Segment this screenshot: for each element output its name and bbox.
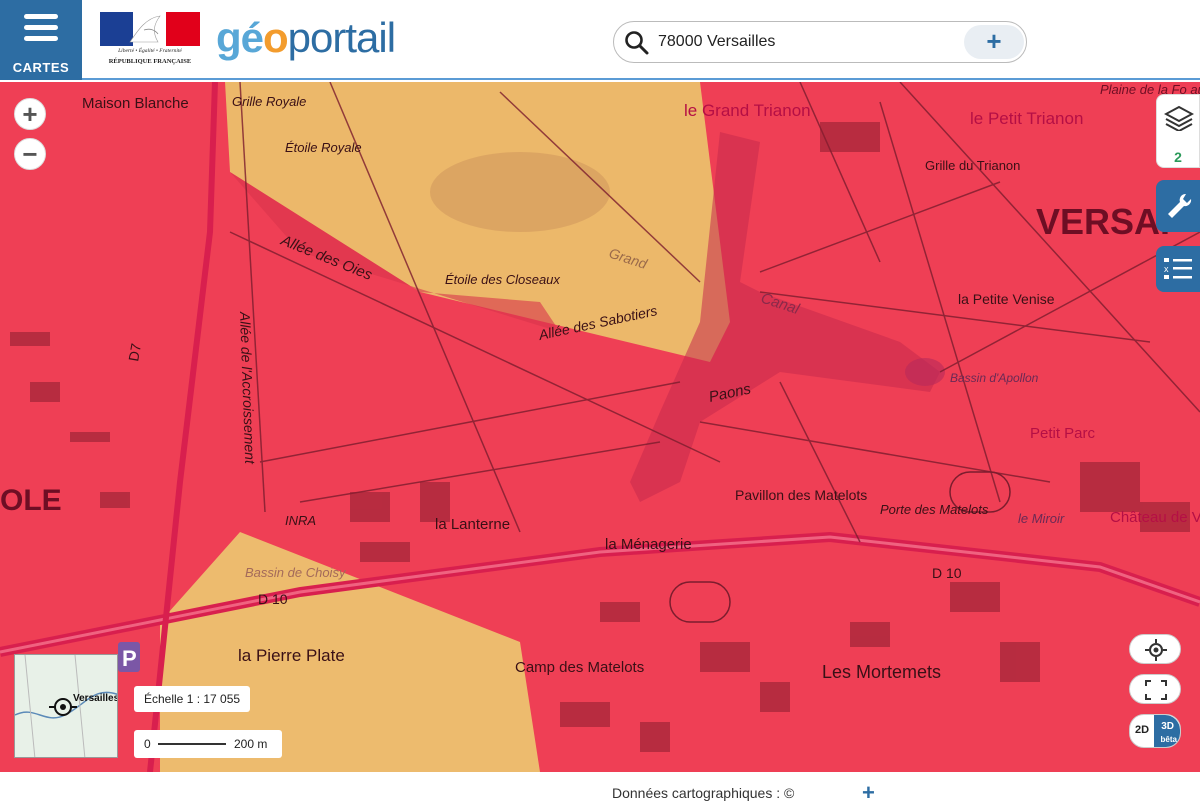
map-label-porte-matelots: Porte des Matelots <box>880 502 989 517</box>
locate-icon <box>1145 639 1167 661</box>
overview-minimap[interactable]: Versailles <box>14 654 118 758</box>
geoportail-logo[interactable]: géoportail <box>216 14 396 62</box>
map-label-chateau: Château de Versailles <box>1110 509 1200 526</box>
map-label-etoile-closeaux: Étoile des Closeaux <box>445 272 560 287</box>
map-label-bassin-apollon: Bassin d'Apollon <box>950 371 1039 385</box>
overview-label: Versailles <box>73 693 118 704</box>
map-label-maison-blanche: Maison Blanche <box>82 95 189 112</box>
republic-name: RÉPUBLIQUE FRANÇAISE <box>108 58 192 65</box>
header-bar: CARTES Liberté • Égalité • Fraternité RÉ… <box>0 0 1200 80</box>
map-label-d10-east: D 10 <box>932 565 962 581</box>
svg-text:P: P <box>122 646 137 671</box>
wrench-icon <box>1168 193 1192 218</box>
map-label-grand-trianon: le Grand Trianon <box>684 101 811 120</box>
map-label-miroir: le Miroir <box>1018 511 1065 526</box>
fullscreen-button[interactable] <box>1129 674 1181 704</box>
map-label-ole: OLE <box>0 484 62 517</box>
map-label-petite-venise: la Petite Venise <box>958 291 1055 307</box>
map-data-credit: Données cartographiques : © <box>612 785 795 801</box>
toggle-beta-label: bêta <box>1160 735 1177 744</box>
tools-button[interactable] <box>1156 180 1200 232</box>
map-label-inra: INRA <box>285 513 316 528</box>
search-icon[interactable] <box>624 30 650 56</box>
map-label-d7: D7 <box>125 342 144 363</box>
map-label-versailles: VERSAI <box>1036 201 1170 242</box>
map-label-camp-matelots: Camp des Matelots <box>515 659 644 676</box>
layers-count: 2 <box>1174 149 1182 165</box>
layers-icon <box>1164 105 1194 131</box>
scale-bar: 0 200 m <box>134 730 282 758</box>
cartes-menu-button[interactable]: CARTES <box>0 0 82 80</box>
footer: Données cartographiques : © + <box>0 772 1200 810</box>
toggle-2d-label[interactable]: 2D <box>1135 724 1149 736</box>
map-label-menagerie: la Ménagerie <box>605 536 692 553</box>
map-label-bassin-choisy: Bassin de Choisy <box>245 565 347 580</box>
map-label-mortemets: Les Mortemets <box>822 662 941 682</box>
toggle-3d-label: 3D <box>1161 721 1174 732</box>
geolocate-button[interactable] <box>1129 634 1181 664</box>
map-view[interactable]: P Maison Blanche Grille Royale Étoile Ro… <box>0 82 1200 772</box>
map-label-pavillon-matelots: Pavillon des Matelots <box>735 487 867 503</box>
map-label-petit-trianon: le Petit Trianon <box>970 109 1083 128</box>
map-label-petit-parc: Petit Parc <box>1030 425 1096 442</box>
hamburger-icon <box>24 14 58 47</box>
map-label-lanterne: la Lanterne <box>435 516 510 533</box>
scale-ratio: Échelle 1 : 17 055 <box>134 686 251 712</box>
map-label-grille-trianon: Grille du Trianon <box>925 158 1020 173</box>
layers-button[interactable]: 2 <box>1156 94 1200 168</box>
fullscreen-icon <box>1145 680 1167 700</box>
search-box: + <box>613 21 1027 63</box>
2d-3d-toggle[interactable]: 2D 3D bêta <box>1129 714 1181 748</box>
map-label-pierre-plate: la Pierre Plate <box>238 646 345 665</box>
cartes-label: CARTES <box>12 60 70 75</box>
svg-text:x: x <box>1164 264 1169 274</box>
search-input[interactable] <box>658 33 958 51</box>
search-options-plus-icon[interactable]: + <box>964 25 1024 59</box>
legend-button[interactable]: x <box>1156 246 1200 292</box>
map-label-d10: D 10 <box>258 591 288 607</box>
list-icon: x <box>1164 258 1192 279</box>
zoom-out-button[interactable]: − <box>14 138 46 170</box>
republique-francaise-logo: Liberté • Égalité • Fraternité RÉPUBLIQU… <box>100 12 200 72</box>
credit-expand-plus-icon[interactable]: + <box>862 780 875 806</box>
republic-motto: Liberté • Égalité • Fraternité <box>118 48 182 54</box>
map-label-grille-royale: Grille Royale <box>232 94 306 109</box>
map-canvas[interactable]: P Maison Blanche Grille Royale Étoile Ro… <box>0 82 1200 772</box>
zoom-in-button[interactable]: + <box>14 98 46 130</box>
map-label-etoile-royale: Étoile Royale <box>285 140 362 155</box>
